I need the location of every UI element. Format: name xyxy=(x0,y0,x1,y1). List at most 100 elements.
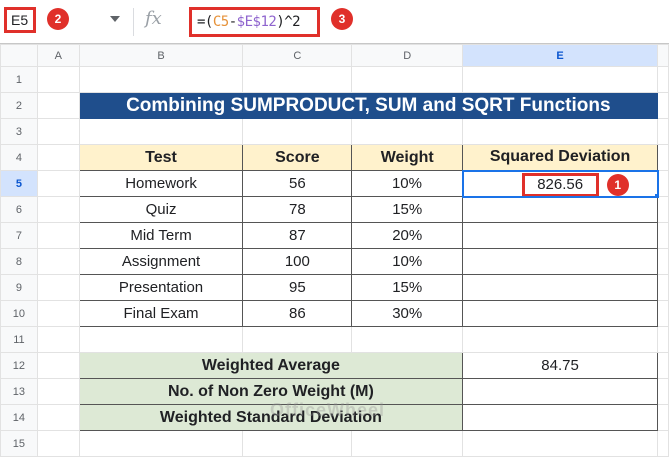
score-cell[interactable]: 56 xyxy=(242,170,353,197)
header-squared-deviation[interactable]: Squared Deviation xyxy=(462,144,658,171)
column-header-e[interactable]: E xyxy=(462,44,658,67)
cell[interactable] xyxy=(351,66,464,93)
summary-label-weighted-std-dev[interactable]: Weighted Standard Deviation xyxy=(78,404,464,431)
score-cell[interactable]: 95 xyxy=(242,274,353,301)
cell[interactable] xyxy=(462,430,658,457)
selected-cell-e5[interactable]: 826.56 1 xyxy=(461,169,659,198)
test-cell[interactable]: Assignment xyxy=(78,248,244,275)
score-cell[interactable]: 86 xyxy=(242,300,353,327)
chevron-down-icon[interactable] xyxy=(110,16,120,22)
row-header[interactable]: 10 xyxy=(0,300,38,327)
cell[interactable] xyxy=(657,378,669,405)
test-cell[interactable]: Final Exam xyxy=(78,300,244,327)
row-header[interactable]: 14 xyxy=(0,404,38,431)
score-cell[interactable]: 87 xyxy=(242,222,353,249)
cell[interactable] xyxy=(36,92,80,119)
cell[interactable] xyxy=(657,196,669,223)
test-cell[interactable]: Homework xyxy=(78,170,244,197)
cell[interactable] xyxy=(657,144,669,171)
squared-deviation-cell[interactable] xyxy=(462,248,658,275)
cell[interactable] xyxy=(78,66,244,93)
row-header[interactable]: 4 xyxy=(0,144,38,171)
cell[interactable] xyxy=(36,326,80,353)
cell[interactable] xyxy=(242,430,353,457)
name-box[interactable]: E5 xyxy=(4,7,36,33)
summary-label-weighted-average[interactable]: Weighted Average xyxy=(78,352,464,379)
row-header[interactable]: 15 xyxy=(0,430,38,457)
cell[interactable] xyxy=(657,274,669,301)
cell[interactable] xyxy=(36,352,80,379)
cell[interactable] xyxy=(657,66,669,93)
sheet-title[interactable]: Combining SUMPRODUCT, SUM and SQRT Funct… xyxy=(78,92,659,119)
header-score[interactable]: Score xyxy=(242,144,353,171)
cell[interactable] xyxy=(351,326,464,353)
squared-deviation-cell[interactable] xyxy=(462,300,658,327)
cell[interactable] xyxy=(462,118,658,145)
cell[interactable] xyxy=(657,300,669,327)
cell[interactable] xyxy=(462,326,658,353)
row-header[interactable]: 8 xyxy=(0,248,38,275)
cell[interactable] xyxy=(657,326,669,353)
weight-cell[interactable]: 15% xyxy=(351,274,464,301)
cell[interactable] xyxy=(36,300,80,327)
row-header[interactable]: 2 xyxy=(0,92,38,119)
test-cell[interactable]: Mid Term xyxy=(78,222,244,249)
header-test[interactable]: Test xyxy=(78,144,244,171)
cell[interactable] xyxy=(36,222,80,249)
cell[interactable] xyxy=(657,404,669,431)
weight-cell[interactable]: 20% xyxy=(351,222,464,249)
column-header-a[interactable]: A xyxy=(36,44,80,67)
weight-cell[interactable]: 10% xyxy=(351,248,464,275)
cell[interactable] xyxy=(36,66,80,93)
row-header[interactable]: 13 xyxy=(0,378,38,405)
cell[interactable] xyxy=(242,326,353,353)
score-cell[interactable]: 100 xyxy=(242,248,353,275)
fill-handle[interactable] xyxy=(653,192,656,195)
summary-label-non-zero-weight[interactable]: No. of Non Zero Weight (M) xyxy=(78,378,464,405)
cell[interactable] xyxy=(657,118,669,145)
row-header[interactable]: 5 xyxy=(0,170,38,197)
column-header-d[interactable]: D xyxy=(351,44,464,67)
column-header-b[interactable]: B xyxy=(78,44,244,67)
column-header-f[interactable] xyxy=(657,44,669,67)
cell[interactable] xyxy=(242,118,353,145)
cell[interactable] xyxy=(36,248,80,275)
cell[interactable] xyxy=(36,118,80,145)
summary-value-weighted-average[interactable]: 84.75 xyxy=(462,352,658,379)
select-all-corner[interactable] xyxy=(0,44,38,67)
row-header[interactable]: 3 xyxy=(0,118,38,145)
cell[interactable] xyxy=(36,170,80,197)
cell[interactable] xyxy=(78,118,244,145)
weight-cell[interactable]: 10% xyxy=(351,170,464,197)
cell[interactable] xyxy=(78,430,244,457)
cell[interactable] xyxy=(351,430,464,457)
test-cell[interactable]: Presentation xyxy=(78,274,244,301)
cell[interactable] xyxy=(462,66,658,93)
test-cell[interactable]: Quiz xyxy=(78,196,244,223)
squared-deviation-cell[interactable] xyxy=(462,222,658,249)
cell[interactable] xyxy=(657,248,669,275)
summary-value-non-zero-weight[interactable] xyxy=(462,378,658,405)
cell[interactable] xyxy=(657,170,669,197)
row-header[interactable]: 11 xyxy=(0,326,38,353)
cell[interactable] xyxy=(36,378,80,405)
squared-deviation-cell[interactable] xyxy=(462,196,658,223)
cell[interactable] xyxy=(36,404,80,431)
row-header[interactable]: 7 xyxy=(0,222,38,249)
header-weight[interactable]: Weight xyxy=(351,144,464,171)
cell[interactable] xyxy=(657,430,669,457)
squared-deviation-cell[interactable] xyxy=(462,274,658,301)
cell[interactable] xyxy=(657,92,669,119)
cell[interactable] xyxy=(657,222,669,249)
column-header-c[interactable]: C xyxy=(242,44,353,67)
row-header[interactable]: 12 xyxy=(0,352,38,379)
cell[interactable] xyxy=(657,352,669,379)
row-header[interactable]: 9 xyxy=(0,274,38,301)
weight-cell[interactable]: 30% xyxy=(351,300,464,327)
cell[interactable] xyxy=(36,274,80,301)
score-cell[interactable]: 78 xyxy=(242,196,353,223)
summary-value-weighted-std-dev[interactable] xyxy=(462,404,658,431)
cell[interactable] xyxy=(36,196,80,223)
cell[interactable] xyxy=(36,430,80,457)
cell[interactable] xyxy=(242,66,353,93)
